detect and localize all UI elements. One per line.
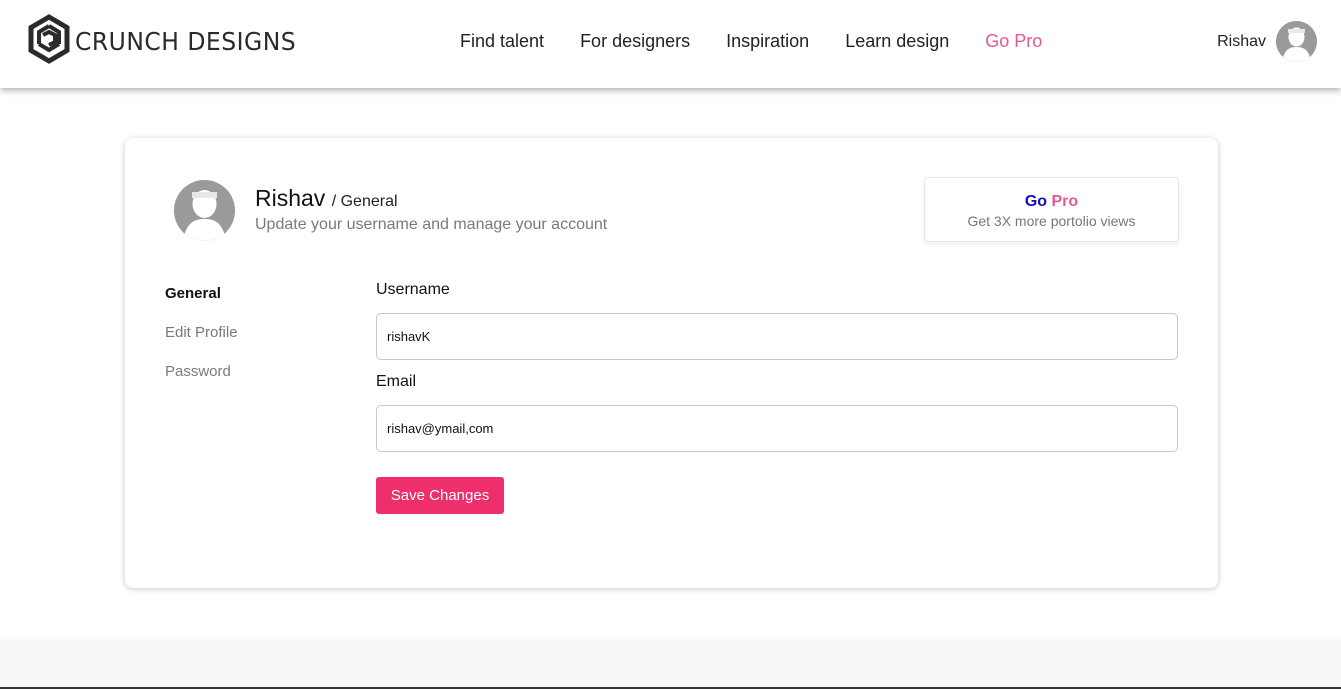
brand-name: CRUNCH DESIGNS xyxy=(75,26,297,56)
profile-heading: Rishav / General xyxy=(255,185,398,212)
settings-side-menu: General Edit Profile Password xyxy=(165,285,238,402)
user-name: Rishav xyxy=(1217,32,1266,50)
go-pro-title-pro: Pro xyxy=(1051,193,1079,210)
side-menu-general[interactable]: General xyxy=(165,285,238,324)
nav-inspiration[interactable]: Inspiration xyxy=(726,31,809,52)
side-menu-edit-profile[interactable]: Edit Profile xyxy=(165,324,238,363)
username-input[interactable] xyxy=(376,313,1178,360)
profile-avatar-icon xyxy=(174,180,235,241)
profile-section: / General xyxy=(331,193,398,210)
top-navbar: CRUNCH DESIGNS Find talent For designers… xyxy=(0,0,1341,88)
nav-for-designers[interactable]: For designers xyxy=(580,31,690,52)
nav-learn-design[interactable]: Learn design xyxy=(845,31,949,52)
go-pro-card[interactable]: Go Pro Get 3X more portolio views xyxy=(924,177,1179,242)
go-pro-title: Go Pro xyxy=(925,193,1178,211)
general-settings-form: Username Email Save Changes xyxy=(376,281,1178,514)
main-nav: Find talent For designers Inspiration Le… xyxy=(460,31,1078,52)
go-pro-title-go: Go xyxy=(1024,193,1048,210)
user-menu[interactable]: Rishav xyxy=(1217,21,1317,62)
username-label: Username xyxy=(376,281,450,298)
profile-name: Rishav xyxy=(255,185,326,211)
email-label: Email xyxy=(376,373,417,390)
side-menu-password[interactable]: Password xyxy=(165,363,238,402)
go-pro-subtitle: Get 3X more portolio views xyxy=(967,213,1136,229)
nav-go-pro[interactable]: Go Pro xyxy=(985,31,1042,52)
crunch-logo-icon xyxy=(26,13,72,69)
email-input[interactable] xyxy=(376,405,1178,452)
nav-find-talent[interactable]: Find talent xyxy=(460,31,544,52)
account-settings-card: Rishav / General Update your username an… xyxy=(125,138,1218,588)
save-changes-button[interactable]: Save Changes xyxy=(376,477,504,514)
footer-band xyxy=(0,639,1341,689)
brand-logo-link[interactable]: CRUNCH DESIGNS xyxy=(26,13,310,69)
user-avatar-icon[interactable] xyxy=(1276,21,1317,62)
profile-subtitle: Update your username and manage your acc… xyxy=(255,216,608,233)
